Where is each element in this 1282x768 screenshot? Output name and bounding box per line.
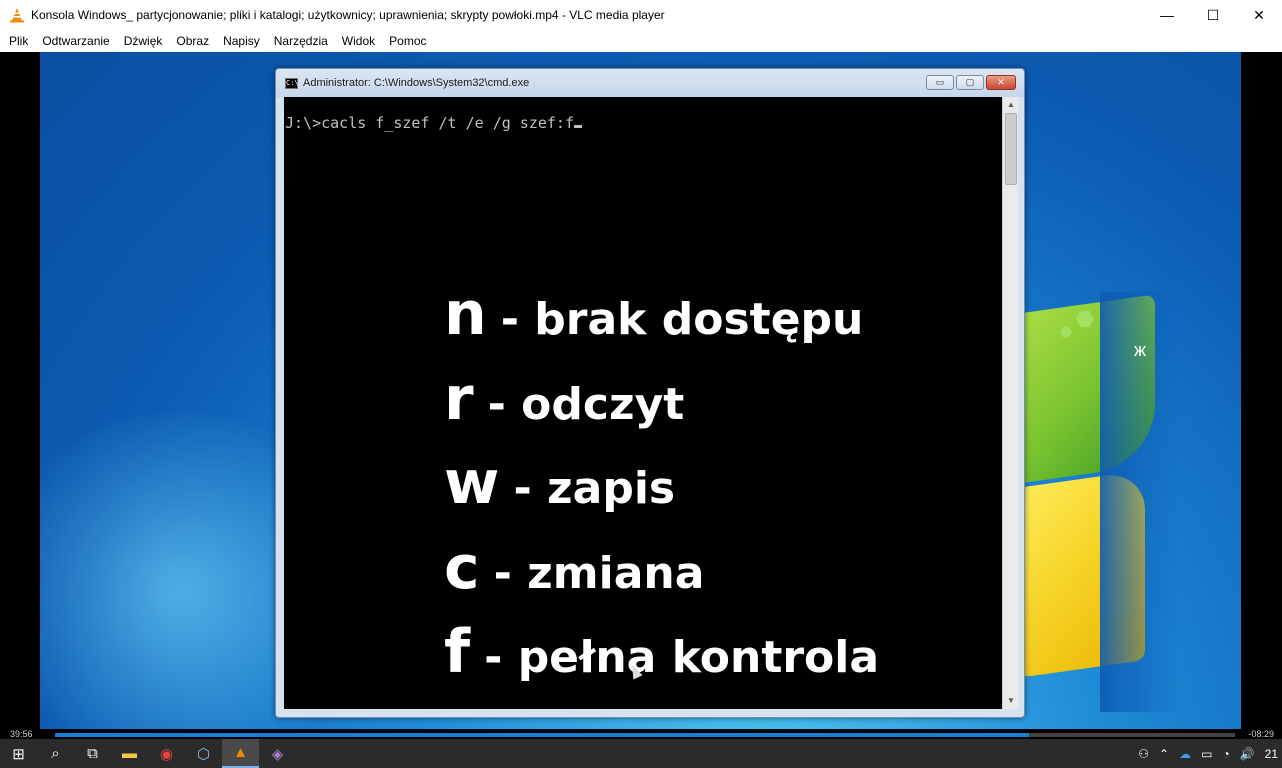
- windows-taskbar: ⊞ ⌕ ⧉ ▬ ◉ ⬡ ▲ ◈ ⚇ ⌃ ☁ ▭ ◔ 🔊 21: [0, 739, 1282, 768]
- vlc-cone-icon: [9, 7, 25, 23]
- clock[interactable]: 21: [1265, 747, 1278, 761]
- close-button[interactable]: ✕: [1236, 0, 1282, 30]
- onedrive-icon[interactable]: ☁: [1179, 747, 1191, 761]
- legend-key: n: [444, 279, 487, 349]
- seek-slider[interactable]: [55, 733, 1235, 737]
- scroll-thumb: [1005, 113, 1017, 185]
- task-view-icon[interactable]: ⧉: [74, 739, 111, 768]
- cmd-title: Administrator: C:\Windows\System32\cmd.e…: [303, 77, 530, 89]
- cmd-close-button: ✕: [986, 75, 1016, 90]
- video-desktop-background: ж C:\ Administrator: C:\Windows\System32…: [40, 52, 1241, 729]
- legend-item-f: f - pełna kontrola: [444, 622, 879, 682]
- remaining-time: -08:29: [1248, 729, 1274, 739]
- text-cursor: [573, 125, 582, 128]
- menu-bar: Plik Odtwarzanie Dźwięk Obraz Napisy Nar…: [0, 30, 1282, 52]
- people-icon[interactable]: ⚇: [1138, 747, 1149, 761]
- wifi-icon[interactable]: ◔: [1222, 747, 1229, 761]
- search-icon[interactable]: ⌕: [37, 739, 74, 768]
- file-explorer-icon[interactable]: ▬: [111, 739, 148, 768]
- cmd-window: C:\ Administrator: C:\Windows\System32\c…: [275, 68, 1025, 718]
- legend-desc: - pełna kontrola: [484, 632, 880, 683]
- legend-key: c: [444, 533, 480, 603]
- cmd-minimize-button: ▭: [926, 75, 954, 90]
- menu-widok[interactable]: Widok: [335, 34, 382, 48]
- menu-odtwarzanie[interactable]: Odtwarzanie: [35, 34, 116, 48]
- cmd-command-line: J:\>cacls f_szef /t /e /g szef:f: [285, 114, 582, 132]
- virtualbox-icon[interactable]: ⬡: [185, 739, 222, 768]
- menu-plik[interactable]: Plik: [2, 34, 35, 48]
- menu-pomoc[interactable]: Pomoc: [382, 34, 433, 48]
- legend-key: f: [444, 617, 471, 687]
- video-area[interactable]: ж C:\ Administrator: C:\Windows\System32…: [0, 52, 1282, 729]
- scroll-up-icon: ▲: [1007, 100, 1015, 109]
- legend-key: w: [444, 448, 500, 518]
- cmd-command-text: J:\>cacls f_szef /t /e /g szef:f: [285, 114, 574, 132]
- playback-bar: 39:56 -08:29: [0, 729, 1282, 739]
- seek-progress: [55, 733, 1029, 737]
- cmd-icon: C:\: [285, 77, 299, 89]
- menu-dzwiek[interactable]: Dźwięk: [117, 34, 170, 48]
- menu-napisy[interactable]: Napisy: [216, 34, 267, 48]
- chevron-up-icon[interactable]: ⌃: [1159, 747, 1169, 761]
- legend-item-r: r - odczyt: [444, 369, 684, 429]
- legend-key: r: [444, 364, 474, 434]
- windows-start-icon[interactable]: ⊞: [0, 739, 37, 768]
- legend-item-c: c - zmiana: [444, 538, 704, 598]
- menu-narzedzia[interactable]: Narzędzia: [267, 34, 335, 48]
- legend-desc: - brak dostępu: [500, 294, 864, 345]
- app-icon[interactable]: ◈: [259, 739, 296, 768]
- menu-obraz[interactable]: Obraz: [169, 34, 216, 48]
- vlc-taskbar-icon[interactable]: ▲: [222, 739, 259, 768]
- chrome-icon[interactable]: ◉: [148, 739, 185, 768]
- legend-item-n: n - brak dostępu: [444, 284, 863, 344]
- scroll-down-icon: ▼: [1007, 696, 1015, 705]
- cmd-console: J:\>cacls f_szef /t /e /g szef:f n - bra…: [284, 97, 1002, 709]
- butterfly-icon: ж: [1134, 340, 1147, 360]
- maximize-button[interactable]: ☐: [1190, 0, 1236, 30]
- window-controls: — ☐ ✕: [1144, 0, 1282, 30]
- cmd-window-controls: ▭ ▢ ✕: [926, 75, 1016, 90]
- window-title: Konsola Windows_ partycjonowanie; pliki …: [31, 8, 665, 22]
- legend-item-w: w - zapis: [444, 453, 675, 513]
- volume-icon[interactable]: 🔊: [1240, 747, 1255, 761]
- system-tray: ⚇ ⌃ ☁ ▭ ◔ 🔊 21: [1138, 739, 1282, 768]
- cmd-scrollbar: ▲ ▼: [1002, 97, 1018, 709]
- legend-desc: - zmiana: [493, 548, 705, 599]
- elapsed-time: 39:56: [10, 729, 33, 739]
- minimize-button[interactable]: —: [1144, 0, 1190, 30]
- cmd-title-bar: C:\ Administrator: C:\Windows\System32\c…: [276, 69, 1024, 97]
- legend-desc: - zapis: [513, 463, 676, 514]
- title-bar: Konsola Windows_ partycjonowanie; pliki …: [0, 0, 1282, 30]
- legend-desc: - odczyt: [487, 379, 685, 430]
- cmd-maximize-button: ▢: [956, 75, 984, 90]
- battery-icon[interactable]: ▭: [1201, 747, 1212, 761]
